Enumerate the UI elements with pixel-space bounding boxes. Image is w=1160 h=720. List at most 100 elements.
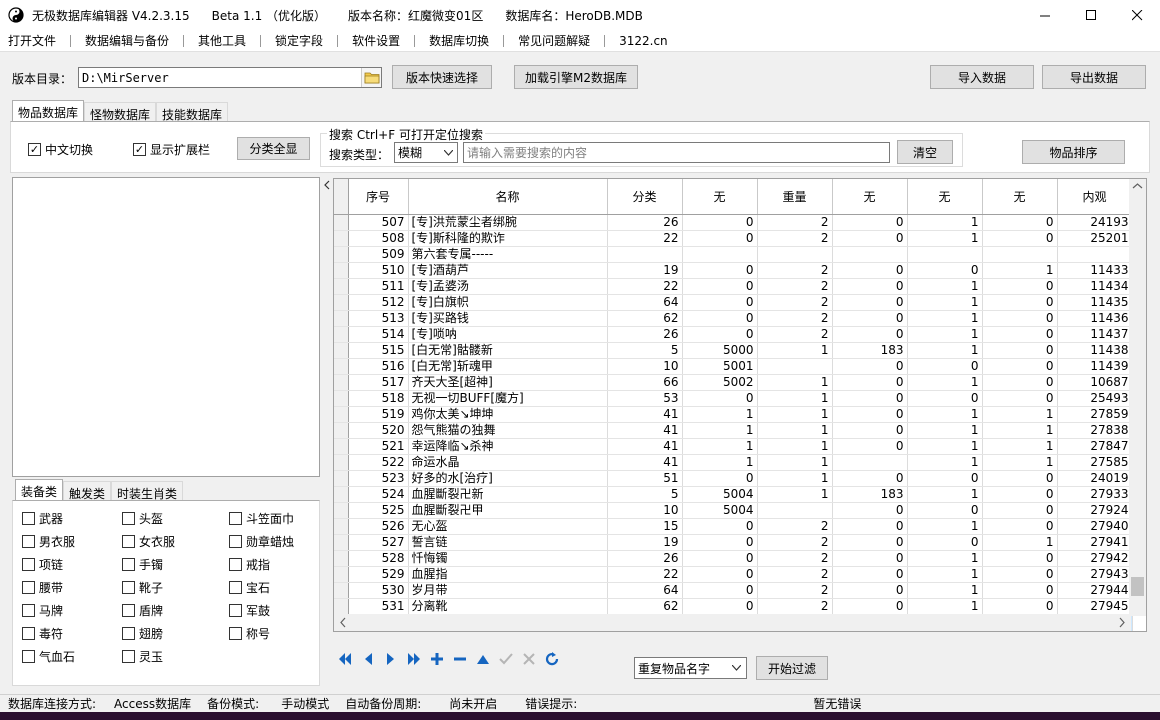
category-checkbox[interactable]: 头盔 [122,510,163,527]
table-cell[interactable]: 510 [348,262,409,279]
table-cell[interactable]: 0 [682,262,758,279]
table-cell[interactable]: 15 [607,518,683,535]
menu-db-switch[interactable]: 数据库切换 [421,32,497,49]
table-cell[interactable]: 0 [832,214,908,231]
column-header[interactable]: 重量 [757,179,833,215]
table-cell[interactable] [982,246,1058,263]
category-checkbox[interactable]: 毒符 [22,625,63,642]
table-cell[interactable]: 1 [757,454,833,471]
table-row[interactable]: 513 [专]买路钱 62 0 2 0 1 0 11436 [334,310,1133,327]
sort-button[interactable]: 物品排序 [1022,140,1125,164]
vertical-scrollbar[interactable] [1129,179,1146,616]
table-cell[interactable]: 0 [682,470,758,487]
table-cell[interactable]: 1 [907,294,983,311]
table-cell[interactable]: 2 [757,582,833,599]
table-cell[interactable]: 0 [907,358,983,375]
table-cell[interactable]: 0 [907,390,983,407]
cancel-record-icon[interactable] [517,650,540,668]
table-cell[interactable]: 0 [832,470,908,487]
table-cell[interactable]: 0 [982,310,1058,327]
table-row[interactable]: 523 好多的水[治疗] 51 0 1 0 0 0 24019 [334,470,1133,487]
table-cell[interactable]: 1 [982,406,1058,423]
clear-button[interactable]: 清空 [897,140,953,164]
column-header[interactable]: 序号 [348,179,409,215]
table-cell[interactable]: 517 [348,374,409,391]
table-cell[interactable]: 无心盔 [408,518,608,535]
table-cell[interactable]: 0 [907,262,983,279]
row-indicator[interactable] [334,246,349,263]
table-cell[interactable]: 1 [682,422,758,439]
menu-open-file[interactable]: 打开文件 [0,32,64,49]
category-checkbox[interactable]: 女衣服 [122,533,175,550]
table-cell[interactable]: 27838 [1057,422,1133,439]
table-cell[interactable]: 0 [832,534,908,551]
category-checkbox[interactable]: 气血石 [22,648,75,665]
table-cell[interactable]: 0 [982,374,1058,391]
table-cell[interactable]: 27944 [1057,582,1133,599]
table-cell[interactable]: 1 [757,486,833,503]
table-cell[interactable]: 分离靴 [408,598,608,615]
row-indicator[interactable] [334,230,349,247]
chinese-switch-checkbox[interactable]: ✓ 中文切换 [28,141,93,158]
table-cell[interactable]: 515 [348,342,409,359]
table-cell[interactable]: 0 [832,582,908,599]
table-cell[interactable]: 1 [907,454,983,471]
row-indicator[interactable] [334,358,349,375]
table-cell[interactable]: 0 [832,550,908,567]
table-cell[interactable]: 22 [607,230,683,247]
table-cell[interactable]: 0 [832,566,908,583]
first-record-icon[interactable] [333,650,356,668]
add-record-icon[interactable] [425,650,448,668]
table-row[interactable]: 520 怨气熊猫の独舞 41 1 1 0 1 1 27838 [334,422,1133,439]
table-cell[interactable]: 53 [607,390,683,407]
table-cell[interactable]: 0 [682,582,758,599]
table-cell[interactable]: 519 [348,406,409,423]
table-cell[interactable]: 5 [607,486,683,503]
category-checkbox[interactable]: 项链 [22,556,63,573]
search-type-select[interactable]: 模糊 [394,142,458,163]
table-cell[interactable]: 幸运降临↘杀神 [408,438,608,455]
table-row[interactable]: 531 分离靴 62 0 2 0 1 0 27945 [334,598,1133,615]
table-cell[interactable]: [专]酒葫芦 [408,262,608,279]
column-header[interactable]: 名称 [408,179,608,215]
row-indicator[interactable] [334,598,349,615]
table-cell[interactable]: 19 [607,534,683,551]
table-row[interactable]: 511 [专]孟婆汤 22 0 2 0 1 0 11434 [334,278,1133,295]
table-cell[interactable]: 183 [832,342,908,359]
table-cell[interactable]: 0 [832,438,908,455]
table-cell[interactable]: 11439 [1057,358,1133,375]
table-cell[interactable]: 5001 [682,358,758,375]
table-cell[interactable]: 5002 [682,374,758,391]
table-cell[interactable]: 27940 [1057,518,1133,535]
table-cell[interactable]: 25493 [1057,390,1133,407]
table-cell[interactable]: 血腥斷裂卍新 [408,486,608,503]
table-cell[interactable]: 2 [757,230,833,247]
table-cell[interactable]: 0 [682,390,758,407]
row-indicator[interactable] [334,278,349,295]
table-cell[interactable]: 1 [757,342,833,359]
category-checkbox[interactable]: 勋章蜡烛 [229,533,294,550]
category-checkbox[interactable]: 手镯 [122,556,163,573]
horizontal-scrollbar[interactable] [334,614,1131,631]
table-cell[interactable]: 0 [682,598,758,615]
row-indicator[interactable] [334,390,349,407]
table-cell[interactable]: 2 [757,534,833,551]
table-cell[interactable]: 5004 [682,486,758,503]
table-cell[interactable]: 1 [682,406,758,423]
table-cell[interactable] [832,246,908,263]
menu-lock-fields[interactable]: 锁定字段 [267,32,331,49]
column-header[interactable]: 内观 [1057,179,1133,215]
table-cell[interactable]: 513 [348,310,409,327]
table-cell[interactable]: 22 [607,566,683,583]
table-cell[interactable]: 誓言链 [408,534,608,551]
table-cell[interactable]: 0 [982,502,1058,519]
menu-settings[interactable]: 软件设置 [344,32,408,49]
category-checkbox[interactable]: 军鼓 [229,602,270,619]
table-cell[interactable]: 1 [982,262,1058,279]
table-cell[interactable]: 1 [907,438,983,455]
delete-record-icon[interactable] [448,650,471,668]
table-cell[interactable]: 0 [832,358,908,375]
table-cell[interactable]: 530 [348,582,409,599]
table-cell[interactable]: 520 [348,422,409,439]
row-indicator[interactable] [334,550,349,567]
